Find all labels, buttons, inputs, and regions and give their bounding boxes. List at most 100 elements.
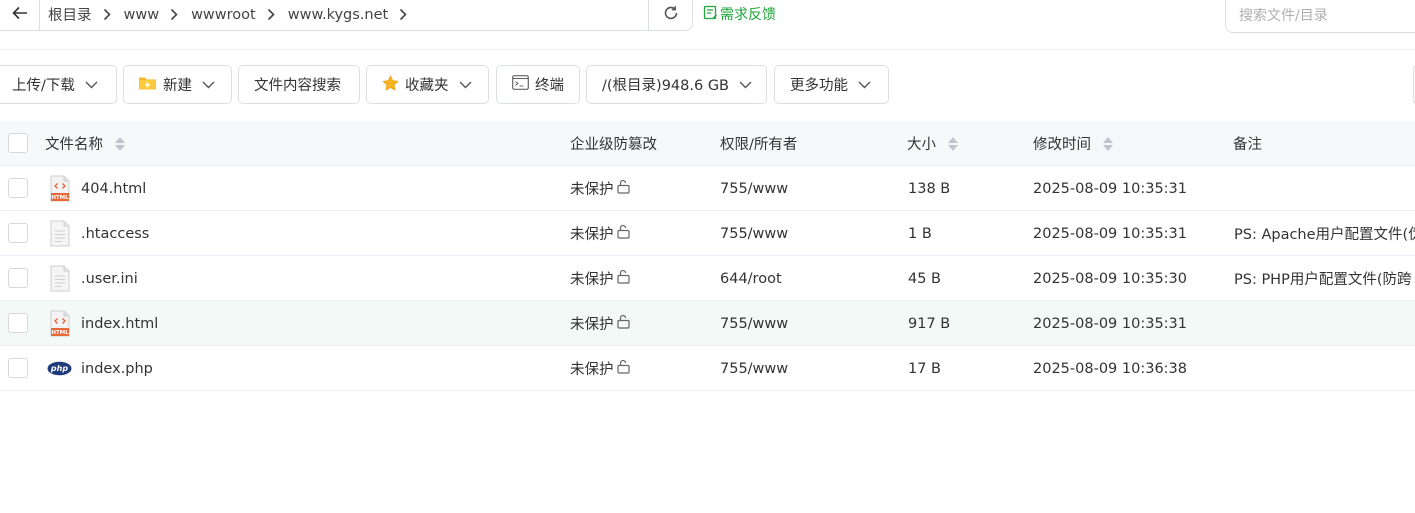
new-button[interactable]: 新建 — [123, 65, 232, 104]
row-checkbox[interactable] — [8, 178, 28, 198]
breadcrumb-item-wwwroot[interactable]: wwwroot — [189, 0, 286, 30]
star-icon — [382, 74, 399, 95]
file-name[interactable]: index.html — [81, 301, 158, 346]
breadcrumb-label: www — [123, 6, 160, 23]
favorites-button[interactable]: 收藏夹 — [366, 65, 489, 104]
content-search-button[interactable]: 文件内容搜索 — [238, 65, 360, 104]
html-file-icon: HTML — [49, 310, 71, 337]
file-name[interactable]: index.php — [81, 346, 153, 391]
column-header-label: 修改时间 — [1033, 137, 1091, 153]
protect-status[interactable]: 未保护 — [570, 211, 631, 256]
chevron-right-icon — [92, 0, 122, 30]
arrow-left-icon — [11, 6, 28, 24]
column-header-size[interactable]: 大小 — [907, 121, 958, 166]
select-all-checkbox[interactable] — [8, 133, 28, 153]
permission-owner[interactable]: 755/www — [720, 346, 788, 391]
table-row[interactable]: php index.php 未保护 755/www 17 B 2025-08-0… — [0, 346, 1415, 391]
breadcrumb-item-www[interactable]: www — [122, 0, 190, 30]
chevron-right-icon — [256, 0, 286, 30]
file-note[interactable]: PS: PHP用户配置文件(防跨 — [1234, 256, 1415, 301]
chevron-down-icon — [459, 81, 472, 89]
column-header-protect: 企业级防篡改 — [570, 121, 657, 166]
column-header-perm: 权限/所有者 — [720, 121, 797, 166]
sort-icon — [1103, 136, 1113, 151]
sort-icon — [948, 136, 958, 151]
column-header-label: 大小 — [907, 137, 936, 153]
file-size: 917 B — [908, 315, 951, 332]
row-checkbox[interactable] — [8, 223, 28, 243]
protect-status[interactable]: 未保护 — [570, 166, 631, 211]
unlock-icon — [616, 224, 631, 243]
text-file-icon — [49, 220, 71, 247]
file-name[interactable]: .user.ini — [81, 256, 138, 301]
modified-time: 2025-08-09 10:35:30 — [1033, 270, 1187, 287]
unlock-icon — [616, 314, 631, 333]
table-row[interactable]: .user.ini 未保护 644/root 45 B 2025-08-09 1… — [0, 256, 1415, 301]
row-checkbox[interactable] — [8, 268, 28, 288]
column-header-name[interactable]: 文件名称 — [45, 121, 125, 166]
toolbar: 上传/下载 新建 文件内容搜索 收藏夹 终端 /(根目录)948.6 GB 更多… — [0, 65, 1415, 105]
column-header-mtime[interactable]: 修改时间 — [1033, 121, 1113, 166]
file-note[interactable] — [1234, 301, 1415, 346]
column-header-label: 文件名称 — [45, 137, 103, 153]
column-header-label: 权限/所有者 — [720, 137, 798, 153]
breadcrumb-label: 根目录 — [48, 8, 92, 24]
table-body: HTML 404.html 未保护 755/www 138 B 2025-08-… — [0, 166, 1415, 391]
disk-select[interactable]: /(根目录)948.6 GB — [586, 65, 767, 104]
row-checkbox[interactable] — [8, 358, 28, 378]
table-row[interactable]: HTML index.html 未保护 755/www 917 B 2025-0… — [0, 301, 1415, 346]
permission-owner[interactable]: 644/root — [720, 256, 782, 301]
upload-download-button[interactable]: 上传/下载 — [0, 65, 117, 104]
breadcrumb-item-site[interactable]: www.kygs.net — [286, 0, 418, 30]
file-note[interactable] — [1234, 346, 1415, 391]
feedback-link[interactable]: 需求反馈 — [703, 4, 776, 24]
protect-status-label: 未保护 — [570, 317, 614, 333]
feedback-label: 需求反馈 — [720, 7, 776, 23]
path-bar: 根目录 www wwwroot www.kygs.net 需求反馈 — [0, 0, 1415, 33]
permission-owner[interactable]: 755/www — [720, 166, 788, 211]
protect-status[interactable]: 未保护 — [570, 256, 631, 301]
modified-time: 2025-08-09 10:35:31 — [1033, 225, 1187, 242]
terminal-label: 终端 — [535, 78, 564, 94]
back-button[interactable] — [0, 0, 40, 31]
row-checkbox[interactable] — [8, 313, 28, 333]
terminal-button[interactable]: 终端 — [496, 65, 580, 104]
content-search-label: 文件内容搜索 — [254, 78, 341, 94]
file-name[interactable]: .htaccess — [81, 211, 149, 256]
chevron-right-icon — [388, 0, 418, 30]
protect-status[interactable]: 未保护 — [570, 301, 631, 346]
chevron-down-icon — [202, 81, 215, 89]
chevron-right-icon — [159, 0, 189, 30]
unlock-icon — [616, 269, 631, 288]
table-row[interactable]: HTML 404.html 未保护 755/www 138 B 2025-08-… — [0, 166, 1415, 211]
breadcrumb-label: wwwroot — [191, 6, 256, 23]
table-header: 文件名称 企业级防篡改 权限/所有者 大小 修改时间 备注 — [0, 121, 1415, 166]
sort-icon — [115, 136, 125, 151]
column-header-note: 备注 — [1233, 121, 1262, 166]
file-size: 17 B — [908, 360, 942, 377]
more-functions-button[interactable]: 更多功能 — [774, 65, 889, 104]
modified-time: 2025-08-09 10:35:31 — [1033, 315, 1187, 332]
protect-status[interactable]: 未保护 — [570, 346, 631, 391]
table-row[interactable]: .htaccess 未保护 755/www 1 B 2025-08-09 10:… — [0, 211, 1415, 256]
chevron-down-icon — [858, 81, 871, 89]
permission-owner[interactable]: 755/www — [720, 211, 788, 256]
permission-owner[interactable]: 755/www — [720, 301, 788, 346]
protect-status-label: 未保护 — [570, 362, 614, 378]
file-size: 1 B — [908, 225, 932, 242]
file-note[interactable]: PS: Apache用户配置文件(伪 — [1234, 211, 1415, 256]
protect-status-label: 未保护 — [570, 182, 614, 198]
file-size: 45 B — [908, 270, 942, 287]
breadcrumb-label: www.kygs.net — [287, 6, 389, 23]
search-input[interactable] — [1225, 0, 1415, 33]
file-table: 文件名称 企业级防篡改 权限/所有者 大小 修改时间 备注 HTML 404.h… — [0, 121, 1415, 391]
file-size: 138 B — [908, 180, 951, 197]
disk-label: /(根目录)948.6 GB — [602, 78, 730, 94]
refresh-button[interactable] — [648, 0, 693, 31]
file-name[interactable]: 404.html — [81, 166, 146, 211]
protect-status-label: 未保护 — [570, 227, 614, 243]
refresh-icon — [663, 5, 679, 25]
breadcrumb-item-root[interactable]: 根目录 — [40, 0, 122, 30]
file-note[interactable] — [1234, 166, 1415, 211]
divider — [0, 49, 1415, 50]
